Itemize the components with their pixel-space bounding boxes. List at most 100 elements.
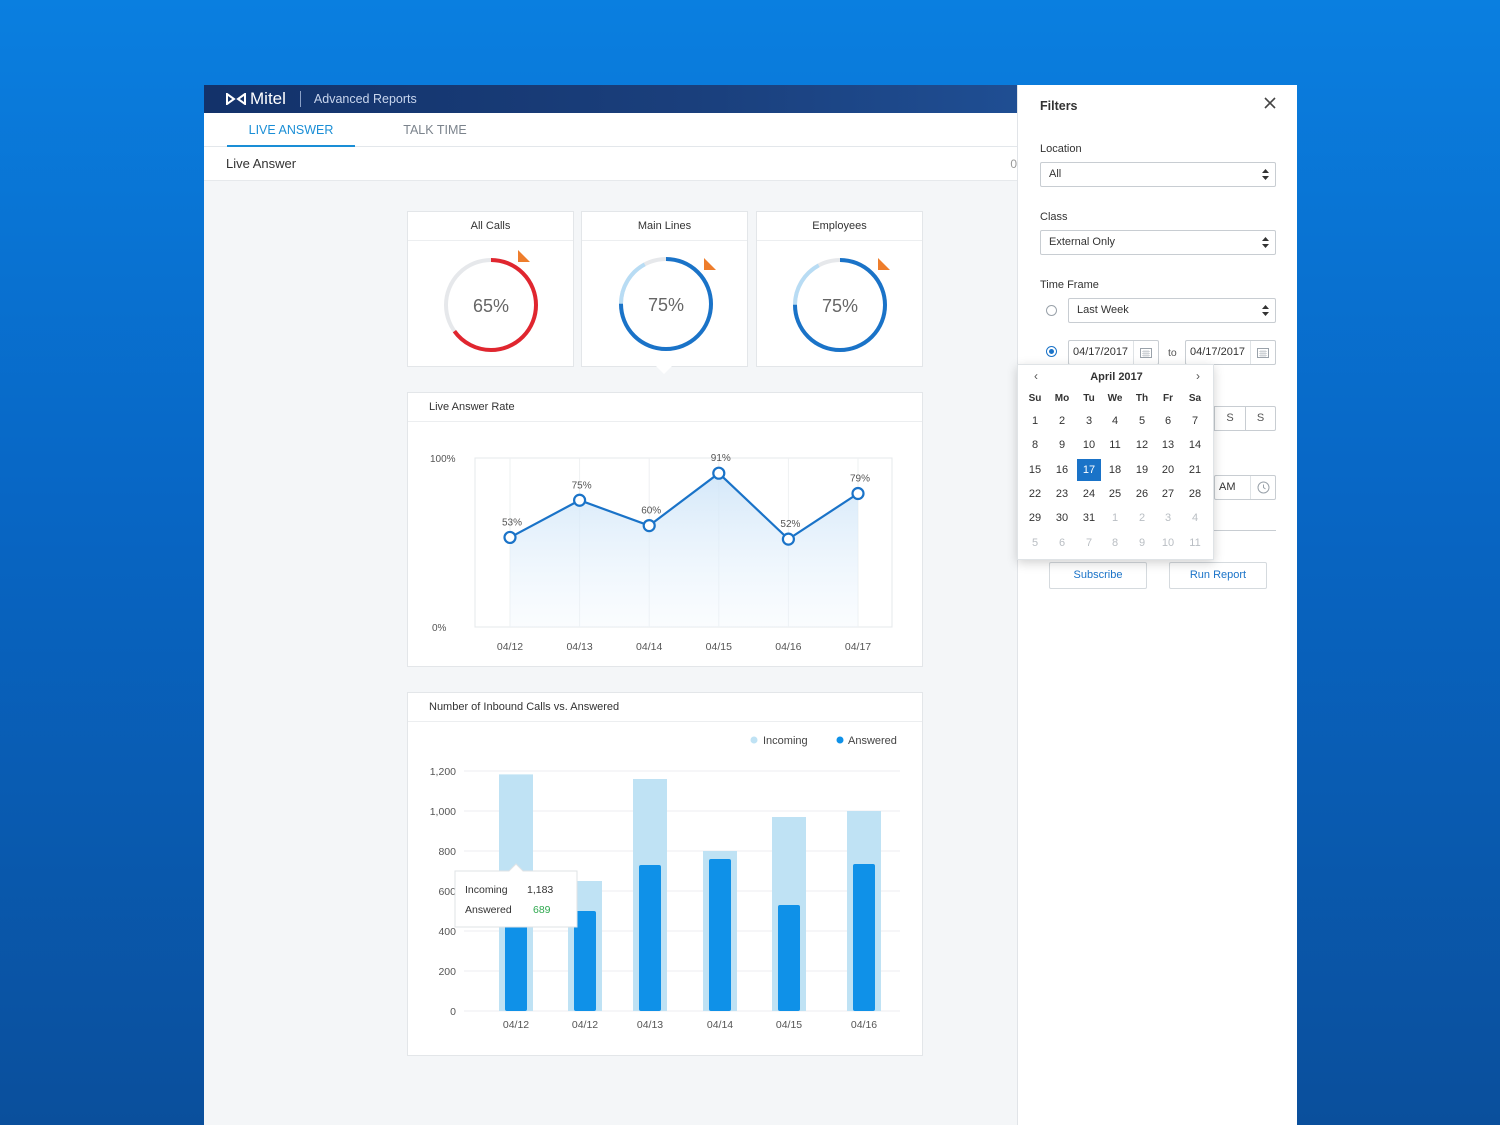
bar-answered[interactable] bbox=[709, 859, 731, 1011]
timeframe-preset-select[interactable]: Last Week bbox=[1068, 298, 1276, 323]
calendar-day[interactable]: 13 bbox=[1156, 434, 1180, 456]
clock-icon[interactable] bbox=[1250, 476, 1275, 499]
preset-radio[interactable] bbox=[1046, 305, 1057, 316]
gauge-card-all-calls[interactable]: All Calls 65% bbox=[407, 211, 574, 367]
x-tick-label: 04/16 bbox=[775, 641, 801, 653]
app-window: Mitel Advanced Reports LIVE ANSWER TALK … bbox=[204, 85, 1297, 1125]
y-tick-label: 1,000 bbox=[430, 806, 456, 818]
calendar-day[interactable]: 3 bbox=[1077, 410, 1101, 432]
gauge-value: 75% bbox=[822, 296, 858, 316]
calendar-day[interactable]: 11 bbox=[1103, 434, 1127, 456]
calendar-day[interactable]: 4 bbox=[1183, 507, 1207, 529]
calendar-day[interactable]: 10 bbox=[1077, 434, 1101, 456]
gauge-card-employees[interactable]: Employees 75% bbox=[756, 211, 923, 367]
mitel-logo[interactable]: Mitel bbox=[226, 89, 286, 109]
calendar-day[interactable]: 30 bbox=[1050, 507, 1074, 529]
calendar-day[interactable]: 24 bbox=[1077, 483, 1101, 505]
calendar-day[interactable]: 9 bbox=[1130, 532, 1154, 554]
calendar-day[interactable]: 10 bbox=[1156, 532, 1180, 554]
filters-title: Filters bbox=[1040, 99, 1078, 113]
legend-label-answered: Answered bbox=[848, 735, 897, 747]
bar-answered[interactable] bbox=[778, 905, 800, 1011]
calendar-day[interactable]: 3 bbox=[1156, 507, 1180, 529]
page-title: Live Answer bbox=[226, 156, 297, 171]
time-input[interactable]: AM bbox=[1214, 475, 1276, 500]
calendar-day[interactable]: 1 bbox=[1103, 507, 1127, 529]
x-tick-label: 04/17 bbox=[845, 641, 871, 653]
x-tick-label: 04/13 bbox=[566, 641, 592, 653]
data-point[interactable] bbox=[503, 530, 517, 545]
location-select[interactable]: All bbox=[1040, 162, 1276, 187]
filters-panel: Filters Location All Class External Only… bbox=[1017, 85, 1297, 1125]
bar-answered[interactable] bbox=[639, 865, 661, 1011]
calendar-day[interactable]: 25 bbox=[1103, 483, 1127, 505]
calendar-day[interactable]: 6 bbox=[1156, 410, 1180, 432]
data-point[interactable] bbox=[712, 466, 726, 480]
flag-icon bbox=[518, 250, 530, 262]
weekday-button-sun[interactable]: S bbox=[1245, 406, 1276, 431]
class-label: Class bbox=[1040, 211, 1068, 223]
calendar-day[interactable]: 19 bbox=[1130, 459, 1154, 481]
calendar-day[interactable]: 12 bbox=[1130, 434, 1154, 456]
y-tick-label: 600 bbox=[438, 886, 456, 898]
calendar-day[interactable]: 7 bbox=[1183, 410, 1207, 432]
calendar-day[interactable]: 5 bbox=[1130, 410, 1154, 432]
calendar-day[interactable]: 22 bbox=[1023, 483, 1047, 505]
calendar-day[interactable]: 2 bbox=[1130, 507, 1154, 529]
x-tick-label: 04/12 bbox=[572, 1019, 598, 1031]
class-select[interactable]: External Only bbox=[1040, 230, 1276, 255]
calendar-day[interactable]: 6 bbox=[1050, 532, 1074, 554]
data-point[interactable] bbox=[573, 493, 587, 507]
legend-swatch-answered bbox=[836, 736, 844, 744]
calendar-icon[interactable] bbox=[1250, 341, 1275, 364]
calendar-day[interactable]: 29 bbox=[1023, 507, 1047, 529]
bar-answered[interactable] bbox=[853, 864, 875, 1011]
calendar-day[interactable]: 11 bbox=[1183, 532, 1207, 554]
data-point[interactable] bbox=[781, 532, 795, 546]
calendar-day-selected[interactable]: 17 bbox=[1077, 458, 1101, 481]
calendar-day[interactable]: 21 bbox=[1183, 459, 1207, 481]
subscribe-button[interactable]: Subscribe bbox=[1049, 562, 1147, 589]
tab-talk-time[interactable]: TALK TIME bbox=[384, 113, 486, 147]
calendar-day[interactable]: 8 bbox=[1023, 434, 1047, 456]
weekday-header: Tu bbox=[1083, 393, 1095, 404]
calendar-day[interactable]: 23 bbox=[1050, 483, 1074, 505]
calendar-day[interactable]: 20 bbox=[1156, 459, 1180, 481]
gauge-value: 75% bbox=[648, 295, 684, 315]
custom-range-radio[interactable] bbox=[1046, 346, 1057, 357]
calendar-day[interactable]: 2 bbox=[1050, 410, 1074, 432]
calendar-day[interactable]: 16 bbox=[1050, 459, 1074, 481]
y-tick-label: 800 bbox=[438, 846, 456, 858]
calendar-day[interactable]: 5 bbox=[1023, 532, 1047, 554]
calendar-icon[interactable] bbox=[1133, 341, 1158, 364]
gauge-card-main-lines[interactable]: Main Lines 75% bbox=[581, 211, 748, 367]
calendar-day[interactable]: 1 bbox=[1023, 410, 1047, 432]
to-label: to bbox=[1168, 347, 1177, 359]
calendar-day[interactable]: 8 bbox=[1103, 532, 1127, 554]
tooltip-incoming-label: Incoming bbox=[465, 884, 508, 896]
date-from-input[interactable]: 04/17/2017 bbox=[1068, 340, 1159, 365]
weekday-header: We bbox=[1107, 393, 1123, 404]
weekday-button-sat[interactable]: S bbox=[1214, 406, 1246, 431]
data-point[interactable] bbox=[642, 518, 656, 533]
calendar-day[interactable]: 9 bbox=[1050, 434, 1074, 456]
flag-icon bbox=[878, 258, 890, 270]
data-label: 53% bbox=[502, 517, 522, 528]
calendar-day[interactable]: 26 bbox=[1130, 483, 1154, 505]
run-report-button[interactable]: Run Report bbox=[1169, 562, 1267, 589]
calendar-day[interactable]: 7 bbox=[1077, 532, 1101, 554]
calendar-day[interactable]: 31 bbox=[1077, 507, 1101, 529]
calendar-day[interactable]: 28 bbox=[1183, 483, 1207, 505]
legend-label-incoming: Incoming bbox=[763, 735, 808, 747]
calendar-day[interactable]: 4 bbox=[1103, 410, 1127, 432]
calendar-day[interactable]: 18 bbox=[1103, 459, 1127, 481]
calendar-day[interactable]: 27 bbox=[1156, 483, 1180, 505]
calendar-day[interactable]: 15 bbox=[1023, 459, 1047, 481]
brand-name: Mitel bbox=[250, 89, 286, 108]
close-icon[interactable] bbox=[1262, 95, 1278, 111]
next-month-button[interactable]: › bbox=[1191, 369, 1205, 383]
tab-live-answer[interactable]: LIVE ANSWER bbox=[227, 113, 355, 147]
date-to-input[interactable]: 04/17/2017 bbox=[1185, 340, 1276, 365]
calendar-day[interactable]: 14 bbox=[1183, 434, 1207, 456]
data-point[interactable] bbox=[851, 486, 865, 501]
